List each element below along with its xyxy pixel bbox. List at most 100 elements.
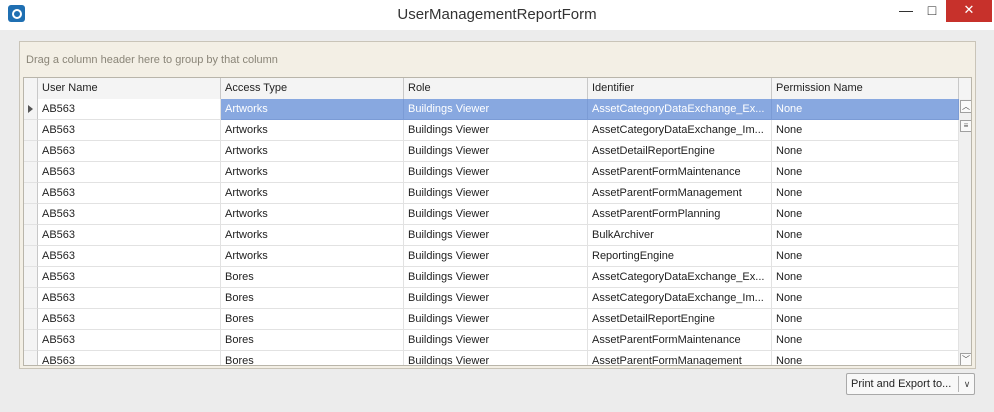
- column-header-access-type[interactable]: Access Type: [221, 78, 404, 99]
- cell-user-name[interactable]: AB563: [38, 99, 221, 120]
- cell-role[interactable]: Buildings Viewer: [404, 99, 588, 120]
- cell-role[interactable]: Buildings Viewer: [404, 162, 588, 183]
- scroll-thumb[interactable]: ≡: [960, 120, 971, 132]
- cell-access-type[interactable]: Artworks: [221, 99, 404, 120]
- column-header-user-name[interactable]: User Name: [38, 78, 221, 99]
- cell-access-type[interactable]: Artworks: [221, 225, 404, 246]
- cell-identifier[interactable]: AssetDetailReportEngine: [588, 309, 772, 330]
- table-row[interactable]: AB563 Bores Buildings Viewer AssetParentFor…: [24, 351, 959, 365]
- cell-role[interactable]: Buildings Viewer: [404, 120, 588, 141]
- cell-role[interactable]: Buildings Viewer: [404, 351, 588, 365]
- column-header-role[interactable]: Role: [404, 78, 588, 99]
- cell-identifier[interactable]: BulkArchiver: [588, 225, 772, 246]
- cell-access-type[interactable]: Artworks: [221, 120, 404, 141]
- cell-user-name[interactable]: AB563: [38, 330, 221, 351]
- cell-access-type[interactable]: Bores: [221, 288, 404, 309]
- cell-permission-name[interactable]: None: [772, 225, 959, 246]
- group-by-hint[interactable]: Drag a column header here to group by th…: [26, 54, 278, 66]
- print-export-button[interactable]: Print and Export to... ∨: [846, 373, 975, 395]
- cell-identifier[interactable]: AssetCategoryDataExchange_Im...: [588, 288, 772, 309]
- row-indicator[interactable]: [24, 246, 38, 267]
- cell-permission-name[interactable]: None: [772, 288, 959, 309]
- cell-role[interactable]: Buildings Viewer: [404, 183, 588, 204]
- table-row[interactable]: AB563 Artworks Buildings Viewer AssetCatego…: [24, 120, 959, 141]
- cell-user-name[interactable]: AB563: [38, 120, 221, 141]
- cell-identifier[interactable]: AssetParentFormManagement: [588, 351, 772, 365]
- cell-permission-name[interactable]: None: [772, 99, 959, 120]
- row-indicator[interactable]: [24, 141, 38, 162]
- column-header-identifier[interactable]: Identifier: [588, 78, 772, 99]
- minimize-button[interactable]: —: [893, 0, 919, 22]
- cell-permission-name[interactable]: None: [772, 183, 959, 204]
- cell-permission-name[interactable]: None: [772, 351, 959, 365]
- row-indicator[interactable]: [24, 225, 38, 246]
- print-export-label[interactable]: Print and Export to...: [851, 374, 951, 394]
- row-indicator[interactable]: [24, 204, 38, 225]
- cell-identifier[interactable]: AssetParentFormManagement: [588, 183, 772, 204]
- table-row[interactable]: AB563 Artworks Buildings Viewer AssetParent…: [24, 162, 959, 183]
- cell-user-name[interactable]: AB563: [38, 141, 221, 162]
- row-indicator[interactable]: [24, 267, 38, 288]
- cell-permission-name[interactable]: None: [772, 246, 959, 267]
- cell-user-name[interactable]: AB563: [38, 288, 221, 309]
- row-indicator[interactable]: [24, 309, 38, 330]
- cell-permission-name[interactable]: None: [772, 204, 959, 225]
- cell-access-type[interactable]: Bores: [221, 351, 404, 365]
- cell-permission-name[interactable]: None: [772, 309, 959, 330]
- row-indicator[interactable]: [24, 162, 38, 183]
- column-header-permission-name[interactable]: Permission Name: [772, 78, 959, 99]
- cell-user-name[interactable]: AB563: [38, 246, 221, 267]
- cell-role[interactable]: Buildings Viewer: [404, 246, 588, 267]
- cell-role[interactable]: Buildings Viewer: [404, 204, 588, 225]
- row-indicator[interactable]: [24, 288, 38, 309]
- cell-permission-name[interactable]: None: [772, 330, 959, 351]
- cell-permission-name[interactable]: None: [772, 267, 959, 288]
- row-indicator[interactable]: [24, 330, 38, 351]
- table-row[interactable]: AB563 Artworks Buildings Viewer AssetParent…: [24, 183, 959, 204]
- cell-role[interactable]: Buildings Viewer: [404, 309, 588, 330]
- cell-permission-name[interactable]: None: [772, 162, 959, 183]
- table-row[interactable]: AB563 Artworks Buildings Viewer AssetDetail…: [24, 141, 959, 162]
- cell-identifier[interactable]: AssetCategoryDataExchange_Ex...: [588, 99, 772, 120]
- cell-identifier[interactable]: AssetCategoryDataExchange_Ex...: [588, 267, 772, 288]
- cell-user-name[interactable]: AB563: [38, 351, 221, 365]
- cell-permission-name[interactable]: None: [772, 141, 959, 162]
- maximize-button[interactable]: □: [919, 0, 945, 22]
- cell-access-type[interactable]: Bores: [221, 267, 404, 288]
- cell-identifier[interactable]: AssetParentFormPlanning: [588, 204, 772, 225]
- cell-role[interactable]: Buildings Viewer: [404, 288, 588, 309]
- cell-access-type[interactable]: Bores: [221, 309, 404, 330]
- table-row[interactable]: AB563 Artworks Buildings Viewer AssetParent…: [24, 204, 959, 225]
- table-row[interactable]: AB563 Bores Buildings Viewer AssetCategoryD…: [24, 267, 959, 288]
- table-row[interactable]: AB563 Bores Buildings Viewer AssetCategoryD…: [24, 288, 959, 309]
- cell-role[interactable]: Buildings Viewer: [404, 267, 588, 288]
- cell-identifier[interactable]: AssetCategoryDataExchange_Im...: [588, 120, 772, 141]
- table-row[interactable]: AB563 Artworks Buildings Viewer ReportingEn…: [24, 246, 959, 267]
- cell-access-type[interactable]: Artworks: [221, 246, 404, 267]
- cell-permission-name[interactable]: None: [772, 120, 959, 141]
- cell-user-name[interactable]: AB563: [38, 204, 221, 225]
- cell-identifier[interactable]: AssetParentFormMaintenance: [588, 162, 772, 183]
- scroll-down-icon[interactable]: ﹀: [960, 353, 971, 365]
- vertical-scrollbar[interactable]: ︿ ≡ ﹀: [959, 99, 971, 365]
- cell-access-type[interactable]: Artworks: [221, 183, 404, 204]
- cell-role[interactable]: Buildings Viewer: [404, 141, 588, 162]
- row-indicator[interactable]: [24, 351, 38, 365]
- cell-role[interactable]: Buildings Viewer: [404, 225, 588, 246]
- cell-user-name[interactable]: AB563: [38, 309, 221, 330]
- cell-access-type[interactable]: Artworks: [221, 204, 404, 225]
- cell-user-name[interactable]: AB563: [38, 225, 221, 246]
- row-indicator[interactable]: [24, 120, 38, 141]
- cell-access-type[interactable]: Artworks: [221, 162, 404, 183]
- close-button[interactable]: ✕: [946, 0, 992, 22]
- chevron-down-icon[interactable]: ∨: [961, 374, 973, 394]
- scroll-up-icon[interactable]: ︿: [960, 100, 971, 113]
- cell-access-type[interactable]: Artworks: [221, 141, 404, 162]
- table-row[interactable]: AB563 Artworks Buildings Viewer BulkArchive…: [24, 225, 959, 246]
- cell-identifier[interactable]: ReportingEngine: [588, 246, 772, 267]
- cell-role[interactable]: Buildings Viewer: [404, 330, 588, 351]
- row-indicator[interactable]: [24, 99, 38, 120]
- table-row[interactable]: AB563 Bores Buildings Viewer AssetDetailRep…: [24, 309, 959, 330]
- cell-identifier[interactable]: AssetParentFormMaintenance: [588, 330, 772, 351]
- row-indicator[interactable]: [24, 183, 38, 204]
